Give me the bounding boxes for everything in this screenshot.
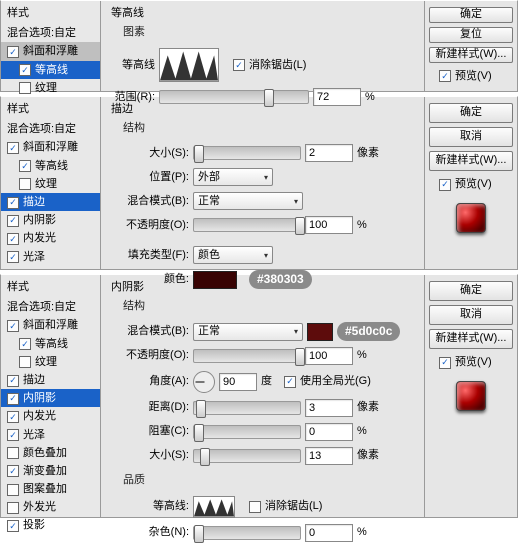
chevron-down-icon: ▾ [294,327,298,337]
size-slider[interactable] [193,449,301,463]
sidebar-item-innerglow[interactable]: 内发光 [1,407,100,425]
sidebar-item-stroke[interactable]: 描边 [1,371,100,389]
side-buttons: 确定 取消 新建样式(W)... 预览(V) [425,97,517,269]
panel-stroke: 样式 混合选项:自定 斜面和浮雕 等高线 纹理 描边 内阴影 内发光 光泽 描边… [0,96,518,270]
noise-slider[interactable] [193,526,301,540]
sidebar: 样式 混合选项:自定 斜面和浮雕 等高线 纹理 描边 内阴影 内发光 光泽 颜色… [1,275,101,517]
check-icon [19,82,31,94]
ok-button[interactable]: 确定 [429,103,513,123]
preview-checkbox[interactable] [439,357,451,369]
sidebar-item-outerglow[interactable]: 外发光 [1,498,100,516]
sidebar-item-innershadow[interactable]: 内阴影 [1,211,100,229]
sidebar-item-dropshadow[interactable]: 投影 [1,516,100,534]
group-title: 等高线 [109,5,416,24]
preview-label: 预览(V) [455,70,492,83]
chevron-down-icon: ▾ [264,173,268,183]
position-select[interactable]: 外部▾ [193,168,273,186]
group-sub: 图素 [109,24,416,45]
sidebar-item-texture[interactable]: 纹理 [1,175,100,193]
cancel-button[interactable]: 取消 [429,305,513,325]
size-input[interactable] [305,144,353,162]
preview-swatch [456,203,486,233]
preview-swatch [456,381,486,411]
antialias-label: 消除锯齿(L) [249,59,306,72]
sidebar-item-contour[interactable]: 等高线 [1,157,100,175]
panel-contour: 样式 混合选项:自定 斜面和浮雕 等高线 纹理 等高线 图素 等高线 消除锯齿(… [0,0,518,92]
antialias-checkbox[interactable] [233,59,245,71]
opacity-input[interactable] [305,347,353,365]
sidebar-item-color[interactable]: 颜色叠加 [1,444,100,462]
side-buttons: 确定 取消 新建样式(W)... 预览(V) [425,275,517,517]
check-icon [19,64,31,76]
filltype-select[interactable]: 颜色▾ [193,246,273,264]
sidebar-item-contour[interactable]: 等高线 [1,61,100,79]
shadow-color[interactable] [307,323,333,341]
contour-picker[interactable] [159,48,219,82]
sidebar-title: 样式 [1,5,100,24]
globallight-checkbox[interactable] [284,376,296,388]
angle-input[interactable] [219,373,257,391]
sidebar-item-innershadow[interactable]: 内阴影 [1,389,100,407]
blendmode-select[interactable]: 正常▾ [193,192,303,210]
sidebar-item-satin[interactable]: 光泽 [1,248,100,266]
check-icon [7,46,19,58]
sidebar-item-blend[interactable]: 混合选项:自定 [1,298,100,316]
sidebar-item-innerglow[interactable]: 内发光 [1,229,100,247]
opacity-slider[interactable] [193,349,301,363]
sidebar-item-bevel[interactable]: 斜面和浮雕 [1,316,100,334]
preview-checkbox[interactable] [439,70,451,82]
choke-input[interactable] [305,423,353,441]
noise-input[interactable] [305,524,353,542]
angle-dial[interactable] [193,371,215,393]
newstyle-button[interactable]: 新建样式(W)... [429,47,513,63]
cancel-button[interactable]: 取消 [429,127,513,147]
label-contour: 等高线 [109,59,155,72]
sidebar-item-blend[interactable]: 混合选项:自定 [1,120,100,138]
newstyle-button[interactable]: 新建样式(W)... [429,151,513,171]
sidebar-item-gradient[interactable]: 渐变叠加 [1,462,100,480]
distance-slider[interactable] [193,401,301,415]
range-slider[interactable] [159,90,309,104]
opacity-slider[interactable] [193,218,301,232]
settings-contour: 等高线 图素 等高线 消除锯齿(L) 范围(R): % [101,1,425,91]
contour-picker[interactable] [193,496,235,518]
ok-button[interactable]: 确定 [429,281,513,301]
panel-innershadow: 样式 混合选项:自定 斜面和浮雕 等高线 纹理 描边 内阴影 内发光 光泽 颜色… [0,274,518,518]
sidebar-item-texture[interactable]: 纹理 [1,353,100,371]
size-slider[interactable] [193,146,301,160]
newstyle-button[interactable]: 新建样式(W)... [429,329,513,349]
sidebar-item-pattern[interactable]: 图案叠加 [1,480,100,498]
choke-slider[interactable] [193,425,301,439]
antialias-checkbox[interactable] [249,501,261,513]
sidebar-item-satin[interactable]: 光泽 [1,426,100,444]
sidebar-item-bevel[interactable]: 斜面和浮雕 [1,42,100,60]
blendmode-select[interactable]: 正常▾ [193,323,303,341]
settings-stroke: 描边 结构 大小(S):像素 位置(P):外部▾ 混合模式(B):正常▾ 不透明… [101,97,425,269]
sidebar-item-stroke[interactable]: 描边 [1,193,100,211]
sidebar: 样式 混合选项:自定 斜面和浮雕 等高线 纹理 描边 内阴影 内发光 光泽 [1,97,101,269]
chevron-down-icon: ▾ [264,251,268,261]
ok-button[interactable]: 确定 [429,7,513,23]
preview-checkbox[interactable] [439,179,451,191]
side-buttons: 确定 复位 新建样式(W)... 预览(V) [425,1,517,91]
sidebar-item-contour[interactable]: 等高线 [1,335,100,353]
settings-innershadow: 内阴影 结构 混合模式(B):正常▾#5d0c0c 不透明度(O):% 角度(A… [101,275,425,517]
sidebar-item-bevel[interactable]: 斜面和浮雕 [1,138,100,156]
sidebar-item-blend[interactable]: 混合选项:自定 [1,24,100,42]
sidebar: 样式 混合选项:自定 斜面和浮雕 等高线 纹理 [1,1,101,91]
color-badge: #5d0c0c [337,322,400,340]
distance-input[interactable] [305,399,353,417]
sidebar-item-texture[interactable]: 纹理 [1,79,100,97]
size-input[interactable] [305,447,353,465]
reset-button[interactable]: 复位 [429,27,513,43]
opacity-input[interactable] [305,216,353,234]
chevron-down-icon: ▾ [294,197,298,207]
